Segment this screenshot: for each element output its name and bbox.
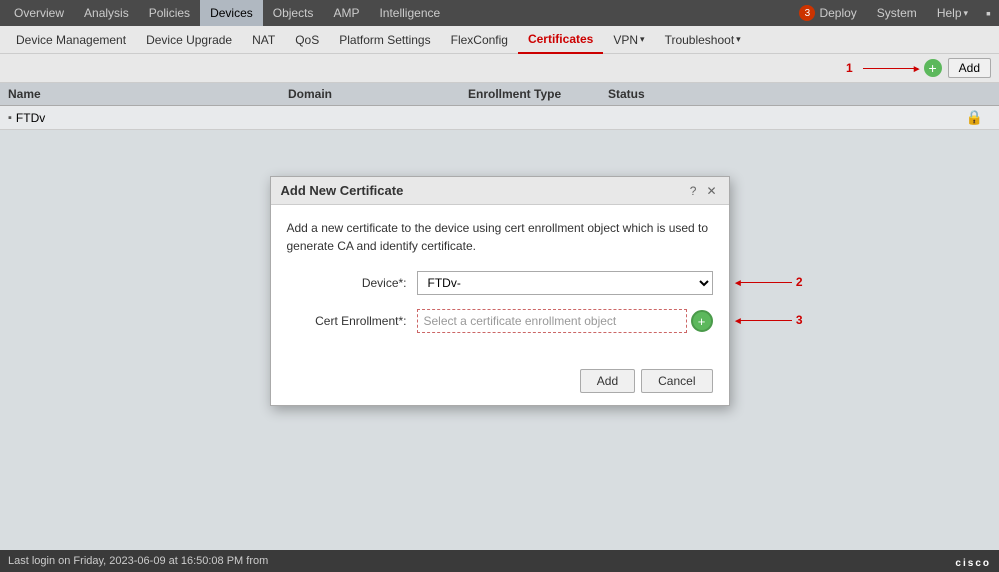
troubleshoot-label: Troubleshoot	[665, 33, 735, 47]
nav-item-devices[interactable]: Devices	[200, 0, 263, 26]
subnav-vpn[interactable]: VPN ▾	[603, 26, 654, 54]
dialog-title-icons: ? ✕	[688, 184, 719, 198]
annotation-2: 2	[796, 275, 803, 289]
row-status-cell: 🔒	[608, 109, 991, 126]
nav-item-policies[interactable]: Policies	[139, 0, 200, 26]
dialog-cancel-button[interactable]: Cancel	[641, 369, 712, 393]
nav-item-intelligence[interactable]: Intelligence	[369, 0, 450, 26]
deploy-button[interactable]: 3 Deploy	[793, 3, 862, 23]
dialog-footer: Add Cancel	[271, 361, 729, 405]
subnav-nat[interactable]: NAT	[242, 26, 285, 54]
dialog-help-icon[interactable]: ?	[688, 184, 699, 198]
help-label: Help	[937, 6, 962, 20]
cert-enrollment-label: Cert Enrollment*:	[287, 314, 417, 328]
add-certificate-icon[interactable]: +	[924, 59, 942, 77]
login-status: Last login on Friday, 2023-06-09 at 16:5…	[8, 555, 268, 567]
sub-navigation: Device Management Device Upgrade NAT QoS…	[0, 26, 999, 54]
add-button[interactable]: Add	[948, 58, 991, 78]
help-dropdown-arrow: ▾	[964, 8, 969, 19]
dialog-title-bar: Add New Certificate ? ✕	[271, 177, 729, 205]
nav-item-objects[interactable]: Objects	[263, 0, 324, 26]
top-navigation: Overview Analysis Policies Devices Objec…	[0, 0, 999, 26]
toolbar-arrow: ►	[863, 68, 918, 69]
subnav-platform-settings[interactable]: Platform Settings	[329, 26, 440, 54]
cert-enrollment-control-wrap: +	[417, 309, 713, 333]
subnav-device-upgrade[interactable]: Device Upgrade	[136, 26, 242, 54]
subnav-certificates[interactable]: Certificates	[518, 26, 603, 54]
table-row[interactable]: ▪ FTDv 🔒	[0, 106, 999, 130]
vpn-dropdown-arrow: ▾	[640, 34, 645, 45]
cisco-logo: cisco	[955, 554, 991, 569]
status-bar: Last login on Friday, 2023-06-09 at 16:5…	[0, 550, 999, 572]
nav-item-analysis[interactable]: Analysis	[74, 0, 139, 26]
device-form-row: Device*: FTDv- ◄ 2	[287, 271, 713, 295]
lock-icon: 🔒	[608, 109, 991, 126]
vpn-label: VPN	[613, 33, 638, 47]
device-name: FTDv	[16, 111, 45, 125]
annotation-3: 3	[796, 313, 803, 327]
col-header-name: Name	[8, 87, 288, 101]
deploy-label: Deploy	[819, 6, 856, 20]
toolbar-row: 1 ► + Add	[0, 54, 999, 83]
col-header-enrollment: Enrollment Type	[468, 87, 608, 101]
add-certificate-dialog: Add New Certificate ? ✕ Add a new certif…	[270, 176, 730, 406]
dialog-close-icon[interactable]: ✕	[704, 184, 718, 198]
nav-more-dots[interactable]: ▪	[982, 5, 995, 21]
deploy-alert-badge: 3	[799, 5, 815, 21]
row-name-cell: ▪ FTDv	[8, 111, 288, 125]
subnav-qos[interactable]: QoS	[285, 26, 329, 54]
device-control-wrap: FTDv-	[417, 271, 713, 295]
cert-enrollment-input[interactable]	[417, 309, 687, 333]
col-header-domain: Domain	[288, 87, 468, 101]
device-icon: ▪	[8, 112, 12, 124]
system-button[interactable]: System	[871, 4, 923, 22]
nav-item-amp[interactable]: AMP	[323, 0, 369, 26]
table-header: Name Domain Enrollment Type Status	[0, 83, 999, 106]
cert-enrollment-form-row: Cert Enrollment*: + ◄ 3	[287, 309, 713, 333]
device-label: Device*:	[287, 276, 417, 290]
cert-enrollment-add-icon[interactable]: +	[691, 310, 713, 332]
subnav-troubleshoot[interactable]: Troubleshoot ▾	[655, 26, 751, 54]
subnav-flexconfig[interactable]: FlexConfig	[441, 26, 518, 54]
top-nav-right: 3 Deploy System Help ▾ ▪	[793, 3, 995, 23]
subnav-device-management[interactable]: Device Management	[6, 26, 136, 54]
dialog-body: Add a new certificate to the device usin…	[271, 205, 729, 361]
help-button[interactable]: Help ▾	[931, 4, 974, 22]
nav-item-overview[interactable]: Overview	[4, 0, 74, 26]
col-header-status: Status	[608, 87, 991, 101]
dialog-add-button[interactable]: Add	[580, 369, 635, 393]
dialog-title: Add New Certificate	[281, 183, 404, 198]
step-1-label: 1	[846, 61, 853, 75]
troubleshoot-dropdown-arrow: ▾	[736, 34, 741, 45]
dialog-description: Add a new certificate to the device usin…	[287, 219, 713, 255]
main-area: 1 ► + Add Name Domain Enrollment Type St…	[0, 54, 999, 550]
device-select[interactable]: FTDv-	[417, 271, 713, 295]
